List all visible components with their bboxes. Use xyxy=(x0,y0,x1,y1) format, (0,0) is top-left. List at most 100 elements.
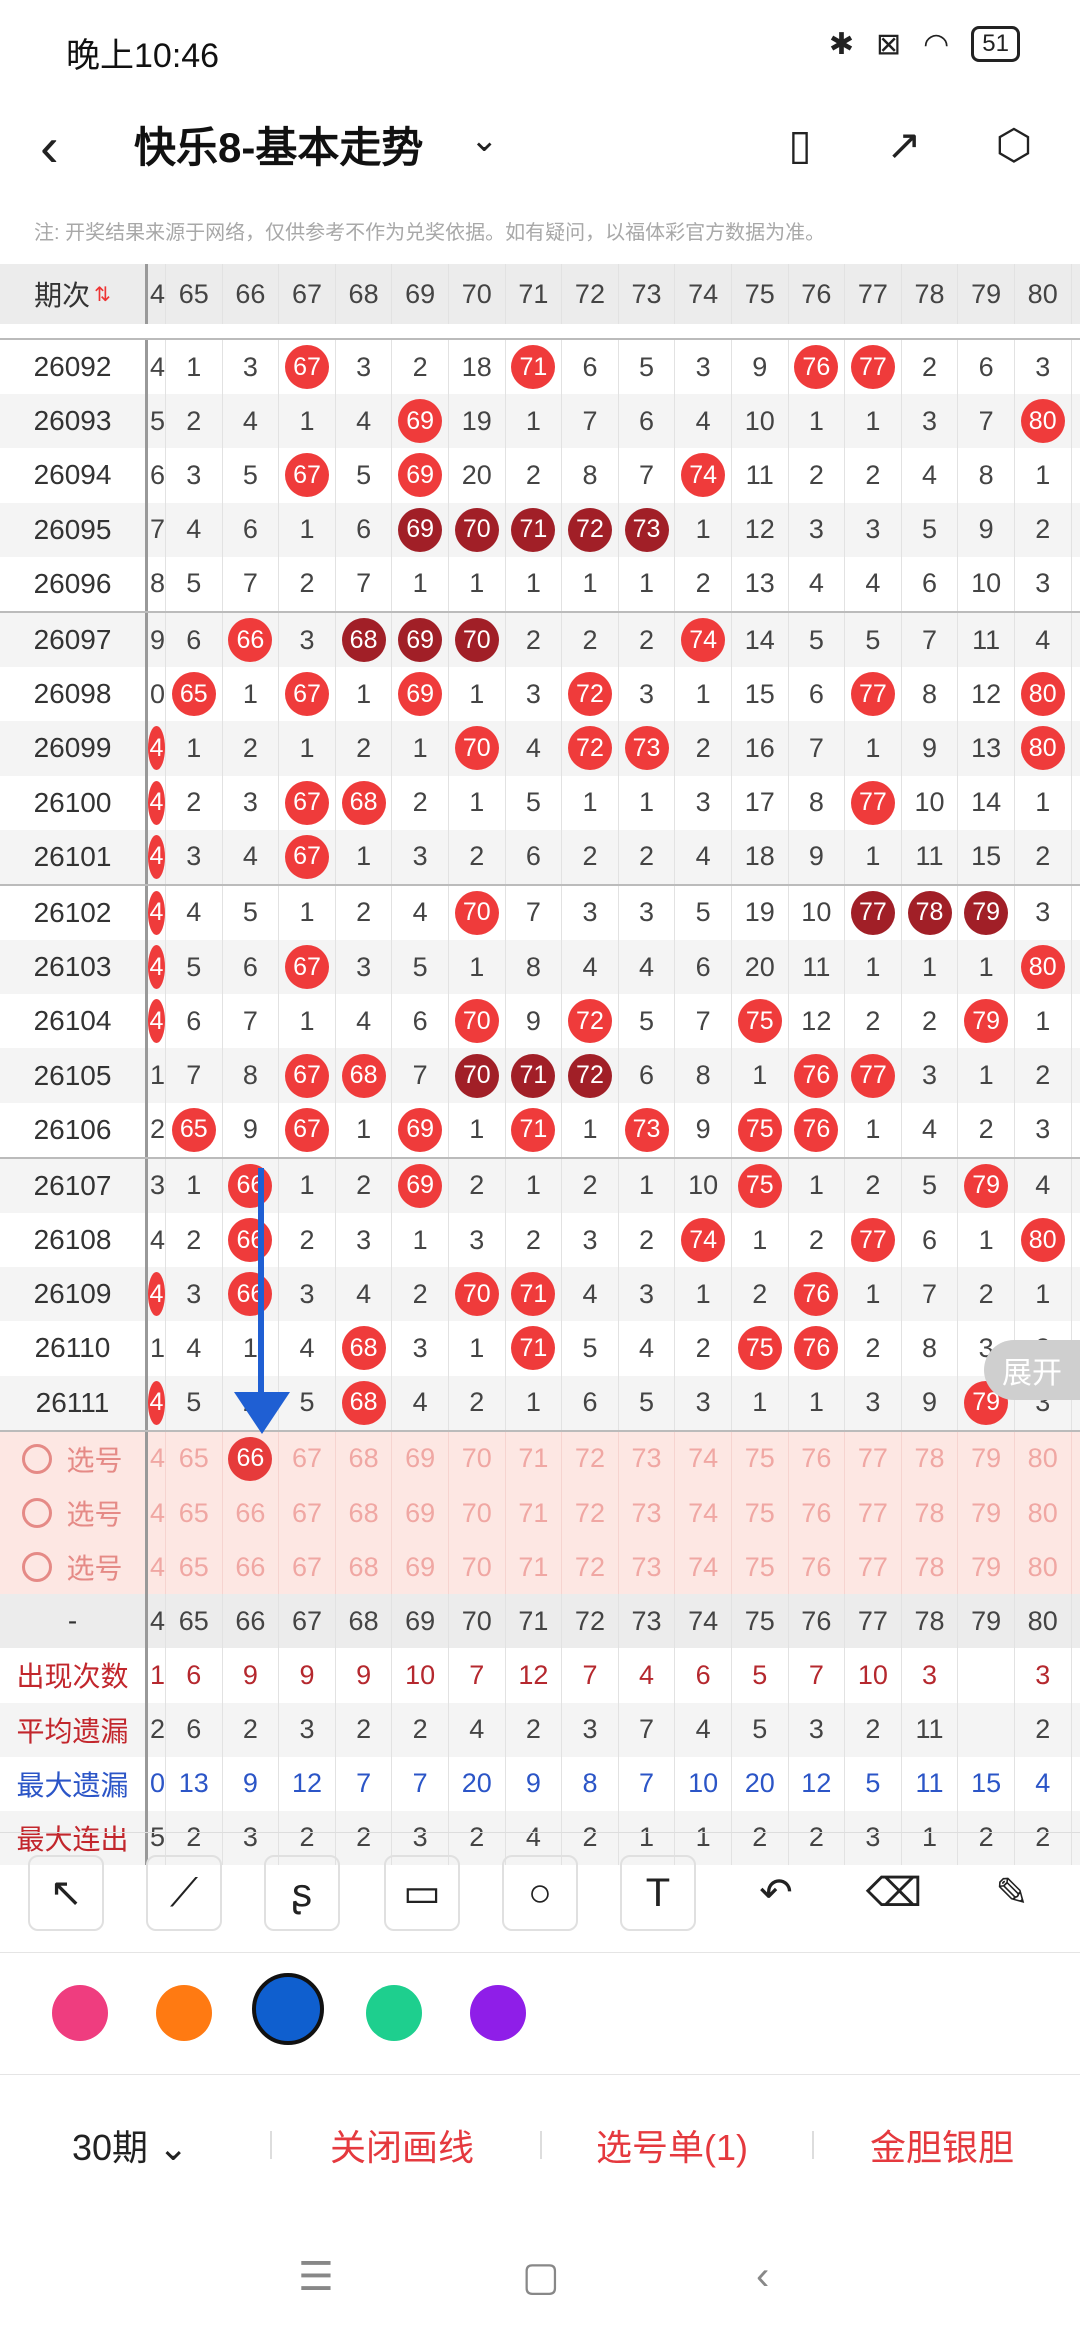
grid-cell[interactable]: 5 xyxy=(166,556,223,611)
grid-cell[interactable]: 3 xyxy=(166,1267,223,1322)
grid-cell[interactable]: 8 xyxy=(562,448,619,503)
grid-cell[interactable]: 2 xyxy=(562,612,619,668)
grid-cell[interactable]: 67 xyxy=(279,775,336,830)
grid-cell[interactable]: 2 xyxy=(958,1267,1015,1322)
grid-cell[interactable]: 12 xyxy=(789,994,846,1049)
grid-cell[interactable]: 71 xyxy=(506,1594,563,1649)
grid-cell[interactable]: 7 xyxy=(223,994,280,1049)
grid-cell[interactable]: 10 xyxy=(732,394,789,449)
grid-cell[interactable]: 69 xyxy=(392,1158,449,1213)
pick-cell[interactable]: 71 xyxy=(506,1540,563,1595)
grid-cell[interactable]: 19 xyxy=(449,394,506,449)
circle-tool-icon[interactable]: ○ xyxy=(502,1855,578,1931)
grid-cell[interactable]: 6 xyxy=(223,502,280,557)
close-lines-button[interactable]: 关闭画线 xyxy=(330,2119,474,2171)
pick-cell[interactable]: 80 xyxy=(1015,1431,1072,1486)
grid-cell[interactable]: 5 xyxy=(902,502,959,557)
grid-cell[interactable]: 65 xyxy=(166,1102,223,1157)
grid-cell[interactable]: 3 xyxy=(845,1375,902,1430)
grid-cell[interactable]: 1 xyxy=(902,940,959,995)
radio-circle-icon[interactable] xyxy=(22,1443,53,1474)
grid-cell[interactable]: 5 xyxy=(619,1375,676,1430)
pick-cell[interactable]: 80 xyxy=(1015,1485,1072,1541)
grid-cell[interactable]: 68 xyxy=(336,1048,393,1103)
menu-icon[interactable]: ☰ xyxy=(298,2254,334,2300)
grid-cell[interactable]: 4 xyxy=(336,394,393,449)
grid-cell[interactable]: 77 xyxy=(845,1594,902,1649)
grid-cell[interactable]: 69 xyxy=(392,612,449,668)
sort-icon[interactable]: ⇅ xyxy=(94,282,111,307)
grid-cell[interactable]: 2 xyxy=(562,829,619,884)
pick-cell[interactable]: 75 xyxy=(732,1540,789,1595)
grid-cell[interactable]: 72 xyxy=(562,721,619,776)
grid-cell[interactable]: 4 xyxy=(562,940,619,995)
grid-cell[interactable]: 3 xyxy=(619,1267,676,1322)
grid-cell[interactable]: 67 xyxy=(279,667,336,722)
grid-cell[interactable]: 68 xyxy=(336,775,393,830)
grid-cell[interactable]: 6 xyxy=(619,1048,676,1103)
pick-cell[interactable]: 4 xyxy=(148,1540,166,1595)
pick-cell[interactable]: 70 xyxy=(449,1540,506,1595)
grid-cell[interactable]: 8 xyxy=(902,1321,959,1376)
grid-cell[interactable]: 1 xyxy=(166,1158,223,1213)
grid-cell[interactable]: 80 xyxy=(1015,1594,1072,1649)
grid-cell[interactable]: 1 xyxy=(675,667,732,722)
grid-cell[interactable]: 1 xyxy=(845,721,902,776)
grid-cell[interactable]: 2 xyxy=(845,448,902,503)
grid-cell[interactable]: 66 xyxy=(223,1267,280,1322)
grid-cell[interactable]: 1 xyxy=(166,340,223,395)
grid-cell[interactable]: 15 xyxy=(732,667,789,722)
grid-cell[interactable]: 5 xyxy=(789,612,846,668)
pick-cell[interactable]: 66 xyxy=(223,1485,280,1541)
grid-cell[interactable]: 2 xyxy=(166,1213,223,1268)
grid-cell[interactable]: 72 xyxy=(562,1048,619,1103)
grid-cell[interactable]: 1 xyxy=(789,1158,846,1213)
grid-cell[interactable]: 7 xyxy=(506,885,563,941)
pick-cell[interactable]: 71 xyxy=(506,1485,563,1541)
pick-cell[interactable]: 70 xyxy=(449,1431,506,1486)
grid-cell[interactable]: 2 xyxy=(562,1158,619,1213)
grid-cell[interactable]: 3 xyxy=(1015,1102,1072,1157)
grid-cell[interactable]: 1 xyxy=(958,1213,1015,1268)
grid-cell[interactable]: 2 xyxy=(166,775,223,830)
grid-cell[interactable]: 5 xyxy=(148,394,166,449)
grid-cell[interactable]: 7 xyxy=(958,394,1015,449)
pick-cell[interactable]: 75 xyxy=(732,1485,789,1541)
grid-cell[interactable]: 80 xyxy=(1015,394,1072,449)
pick-cell[interactable]: 65 xyxy=(166,1485,223,1541)
back-icon[interactable]: ‹ xyxy=(40,114,59,179)
pick-cell[interactable]: 73 xyxy=(619,1431,676,1486)
grid-cell[interactable]: 3 xyxy=(845,502,902,557)
grid-cell[interactable]: 4 xyxy=(148,829,166,884)
grid-cell[interactable]: 1 xyxy=(845,940,902,995)
pick-cell[interactable]: 70 xyxy=(449,1485,506,1541)
grid-cell[interactable]: 11 xyxy=(789,940,846,995)
grid-cell[interactable]: 4 xyxy=(789,556,846,611)
grid-cell[interactable]: 70 xyxy=(449,1594,506,1649)
radio-circle-icon[interactable] xyxy=(22,1498,53,1529)
grid-cell[interactable]: 4 xyxy=(1015,1158,1072,1213)
grid-cell[interactable]: 77 xyxy=(845,667,902,722)
pick-cell[interactable]: 72 xyxy=(562,1485,619,1541)
grid-cell[interactable]: 6 xyxy=(902,556,959,611)
grid-cell[interactable]: 2 xyxy=(845,1158,902,1213)
grid-cell[interactable]: 4 xyxy=(336,1267,393,1322)
pick-cell[interactable]: 78 xyxy=(902,1540,959,1595)
home-icon[interactable]: ▢ xyxy=(522,2254,560,2300)
grid-cell[interactable]: 11 xyxy=(902,829,959,884)
grid-cell[interactable]: 70 xyxy=(449,264,506,324)
grid-cell[interactable]: 13 xyxy=(732,556,789,611)
grid-cell[interactable]: 68 xyxy=(336,1594,393,1649)
grid-cell[interactable]: 9 xyxy=(506,994,563,1049)
grid-cell[interactable]: 2 xyxy=(336,885,393,941)
grid-cell[interactable]: 79 xyxy=(958,1594,1015,1649)
grid-cell[interactable]: 2 xyxy=(1015,1048,1072,1103)
select-arrow-icon[interactable]: ↖ xyxy=(28,1855,104,1931)
grid-cell[interactable]: 78 xyxy=(902,264,959,324)
grid-cell[interactable]: 3 xyxy=(166,829,223,884)
grid-cell[interactable]: 1 xyxy=(166,721,223,776)
grid-cell[interactable]: 2 xyxy=(449,829,506,884)
grid-cell[interactable]: 1 xyxy=(392,1213,449,1268)
grid-cell[interactable]: 6 xyxy=(223,940,280,995)
grid-cell[interactable]: 78 xyxy=(902,1594,959,1649)
